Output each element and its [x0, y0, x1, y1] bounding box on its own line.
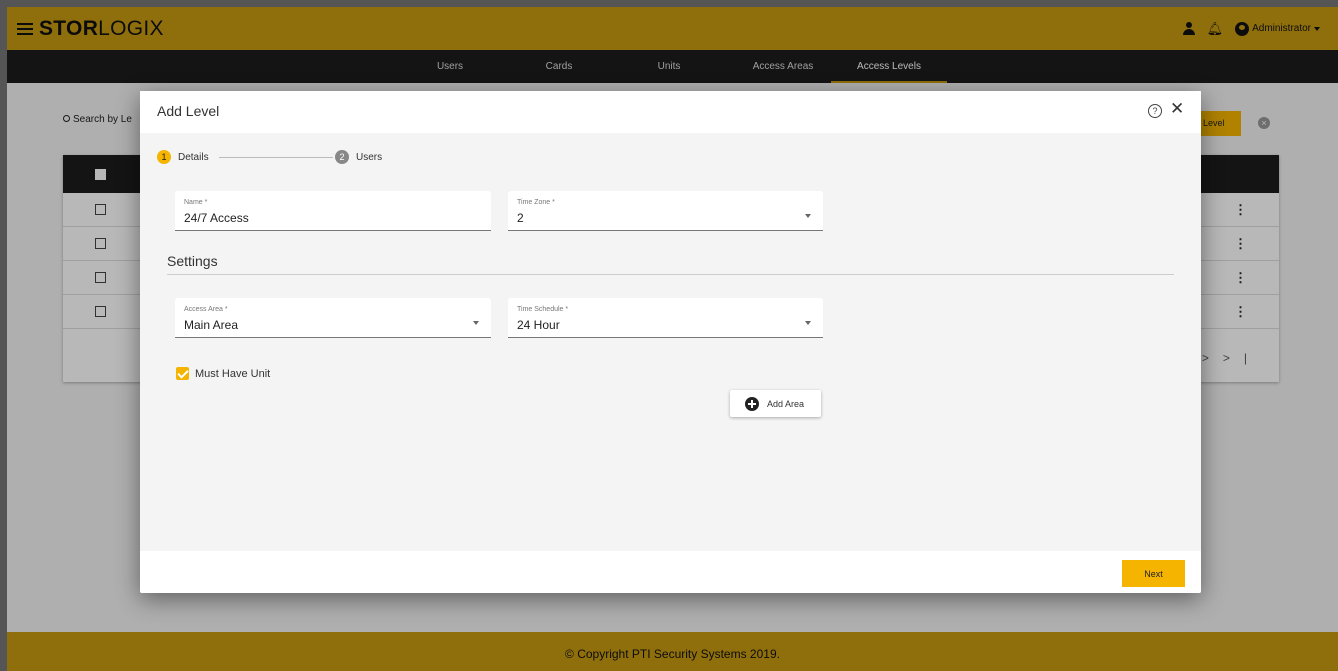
step-details[interactable]: 1 Details: [157, 150, 209, 164]
checkbox-label: Must Have Unit: [195, 367, 271, 380]
divider: [167, 274, 1174, 275]
field-value: 24/7 Access: [184, 211, 249, 225]
dropdown-arrow-icon: [473, 321, 479, 325]
step-number: 1: [157, 150, 171, 164]
dropdown-arrow-icon: [805, 214, 811, 218]
help-icon[interactable]: ?: [1148, 104, 1162, 118]
step-users[interactable]: 2 Users: [335, 150, 382, 164]
add-area-button[interactable]: Add Area: [730, 390, 821, 417]
name-field[interactable]: Name * 24/7 Access: [175, 191, 491, 231]
field-label: Time Schedule *: [517, 306, 569, 313]
field-value: 24 Hour: [517, 318, 560, 332]
field-value: 2: [517, 211, 524, 225]
must-have-unit-checkbox[interactable]: [176, 367, 189, 380]
time-zone-select[interactable]: Time Zone * 2: [508, 191, 823, 231]
close-icon[interactable]: ✕: [1170, 100, 1184, 117]
access-area-select[interactable]: Access Area * Main Area: [175, 298, 491, 338]
step-label: Details: [178, 151, 209, 163]
dialog-header: Add Level ? ✕: [140, 91, 1201, 133]
field-label: Access Area *: [184, 306, 228, 313]
dialog-footer: Next: [140, 551, 1201, 593]
field-label: Time Zone *: [517, 199, 555, 206]
stepper-connector: [219, 157, 333, 158]
field-label: Name *: [184, 199, 208, 206]
next-button[interactable]: Next: [1122, 560, 1185, 587]
section-title: Settings: [167, 253, 218, 269]
button-label: Add Area: [767, 398, 805, 409]
step-number: 2: [335, 150, 349, 164]
add-level-dialog: Add Level ? ✕ 1 Details 2 Users Name * 2…: [140, 91, 1201, 593]
dialog-title: Add Level: [157, 103, 220, 119]
must-have-unit-option[interactable]: Must Have Unit: [176, 367, 270, 380]
step-label: Users: [356, 151, 383, 163]
field-value: Main Area: [184, 318, 239, 332]
add-circle-icon: [745, 396, 759, 411]
dropdown-arrow-icon: [805, 321, 811, 325]
time-schedule-select[interactable]: Time Schedule * 24 Hour: [508, 298, 823, 338]
